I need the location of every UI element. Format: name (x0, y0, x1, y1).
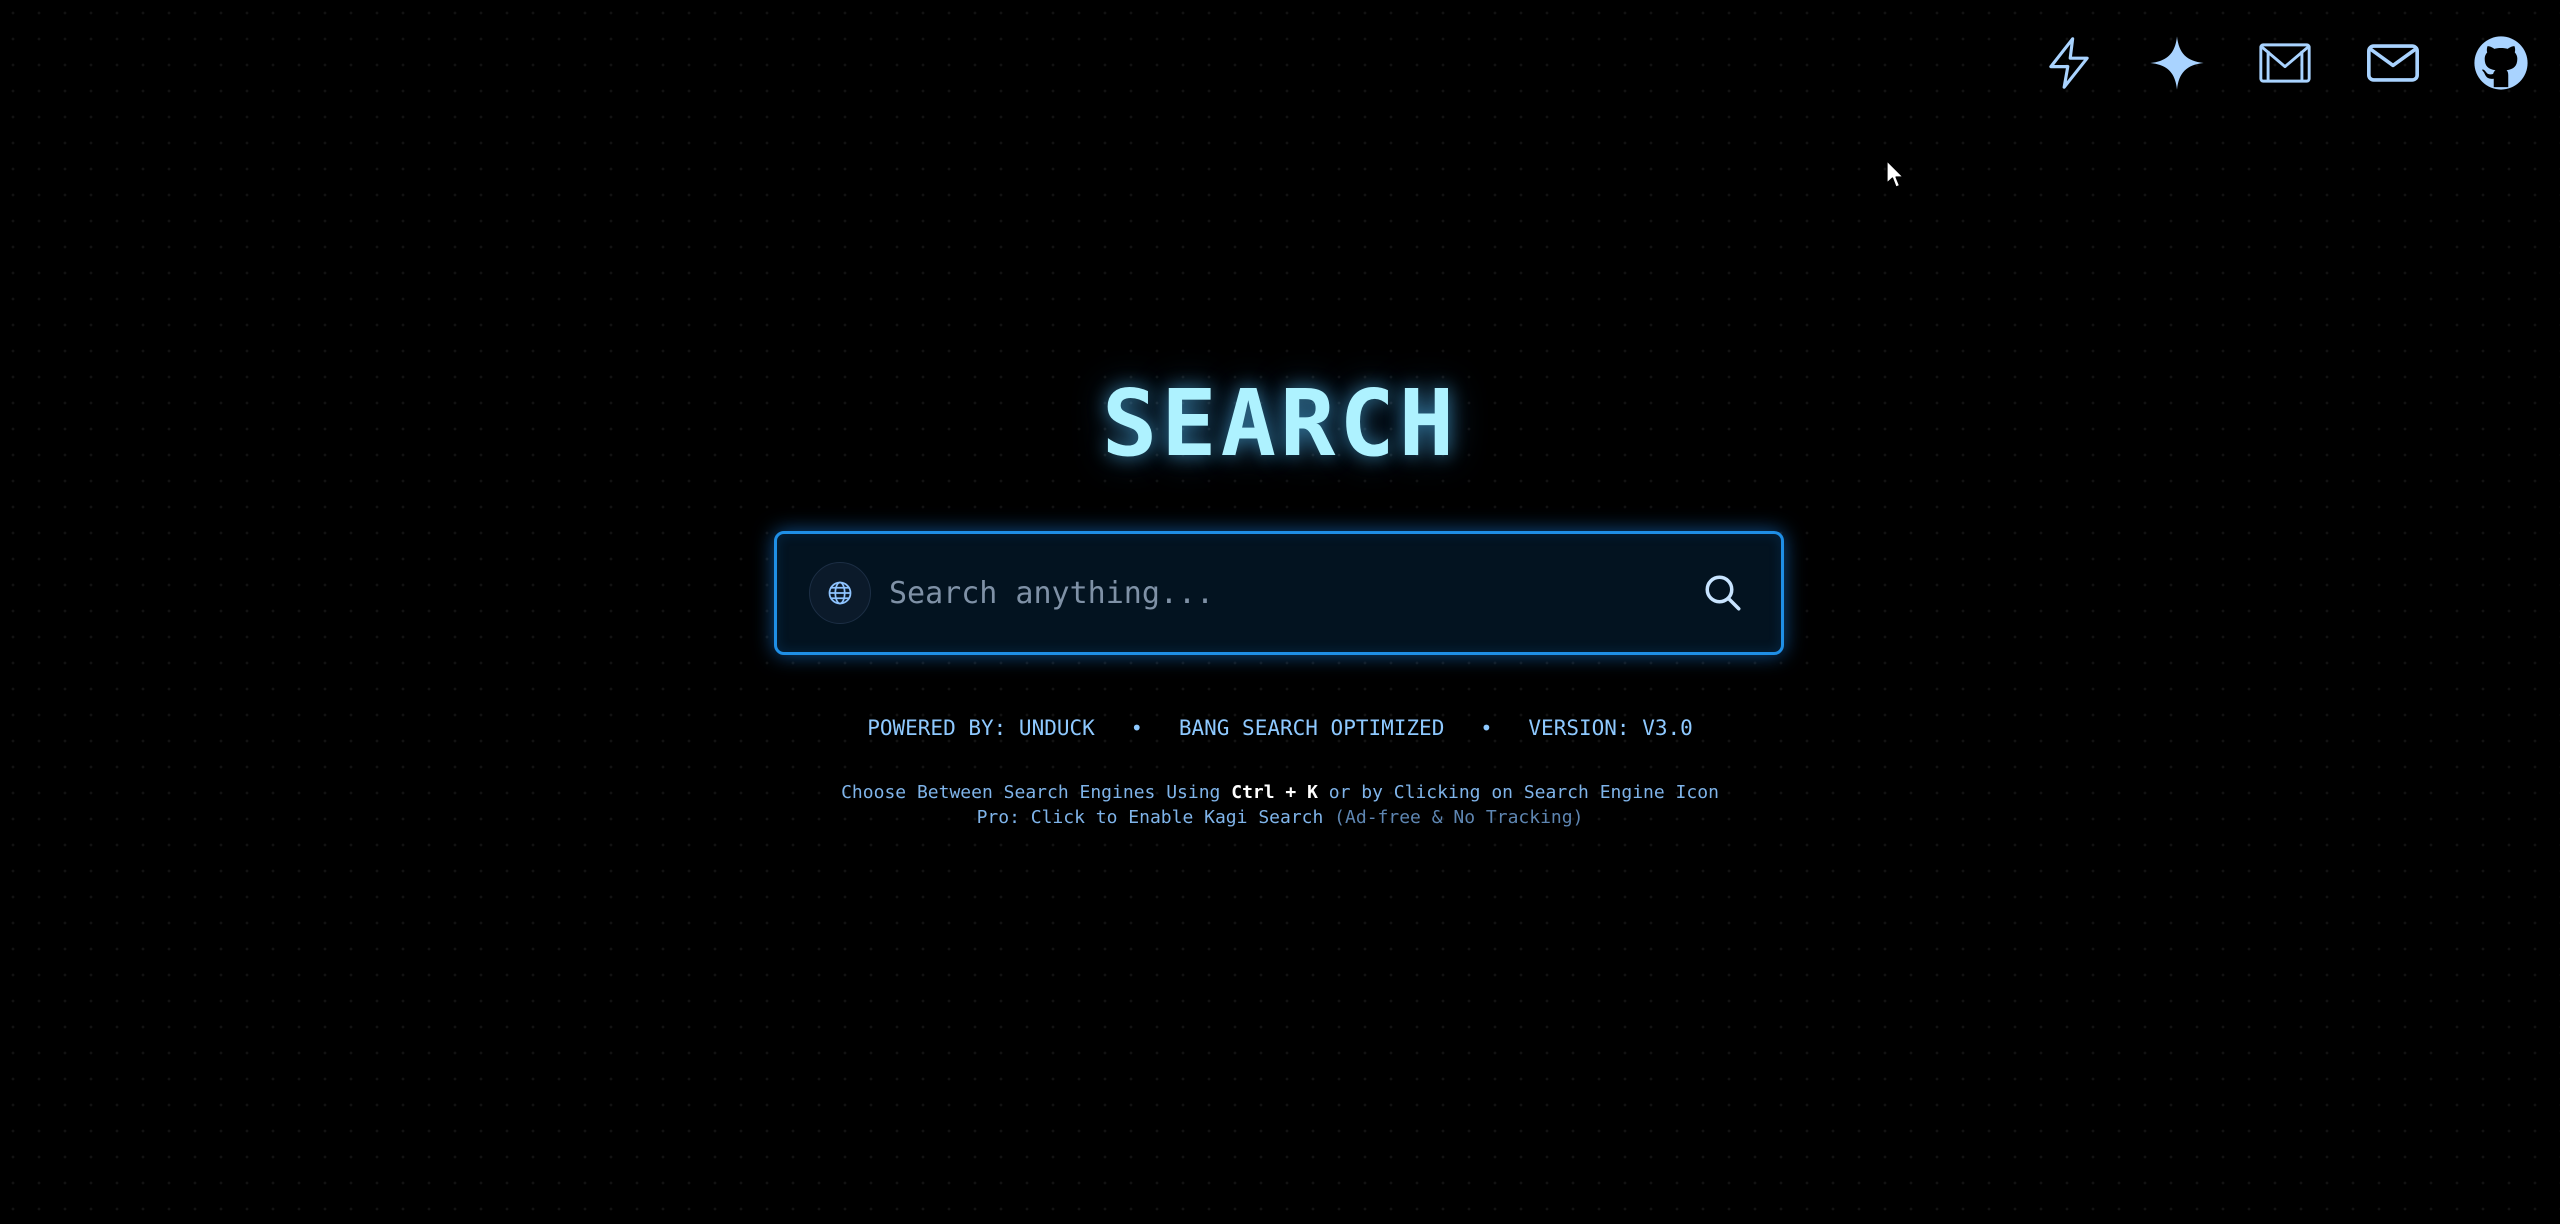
kagi-note: (Ad-free & No Tracking) (1323, 807, 1584, 828)
powered-by-label: POWERED BY: UNDUCK (867, 716, 1095, 740)
mail-icon[interactable] (2364, 34, 2422, 92)
gmail-icon[interactable] (2256, 34, 2314, 92)
github-icon[interactable] (2472, 34, 2530, 92)
search-submit-button[interactable] (1693, 563, 1753, 623)
engine-hint-suffix: or by Clicking on Search Engine Icon (1317, 782, 1719, 803)
separator-dot: • (1130, 716, 1143, 740)
mouse-cursor-icon (1886, 160, 1904, 188)
engine-hint-prefix: Choose Between Search Engines Using (841, 782, 1232, 803)
kagi-hint-line: Pro: Click to Enable Kagi Search (Ad-fre… (0, 805, 2560, 830)
search-engine-button[interactable] (809, 562, 871, 624)
sparkle-icon[interactable] (2148, 34, 2206, 92)
search-box (774, 531, 1784, 655)
bang-search-label: BANG SEARCH OPTIMIZED (1178, 716, 1445, 740)
info-row: POWERED BY: UNDUCK • BANG SEARCH OPTIMIZ… (0, 716, 2560, 740)
search-input[interactable] (887, 552, 1693, 634)
globe-icon (828, 581, 852, 605)
top-icon-bar (2040, 34, 2530, 92)
search-icon (1705, 575, 1741, 611)
keyboard-shortcut: Ctrl + K (1231, 782, 1318, 803)
page-title: SEARCH (1101, 370, 1459, 477)
separator-dot: • (1480, 716, 1493, 740)
lightning-icon[interactable] (2040, 34, 2098, 92)
enable-kagi-link[interactable]: Pro: Click to Enable Kagi Search (977, 807, 1324, 828)
version-label: VERSION: V3.0 (1528, 716, 1693, 740)
engine-hint-line: Choose Between Search Engines Using Ctrl… (0, 780, 2560, 805)
hints: Choose Between Search Engines Using Ctrl… (0, 780, 2560, 830)
